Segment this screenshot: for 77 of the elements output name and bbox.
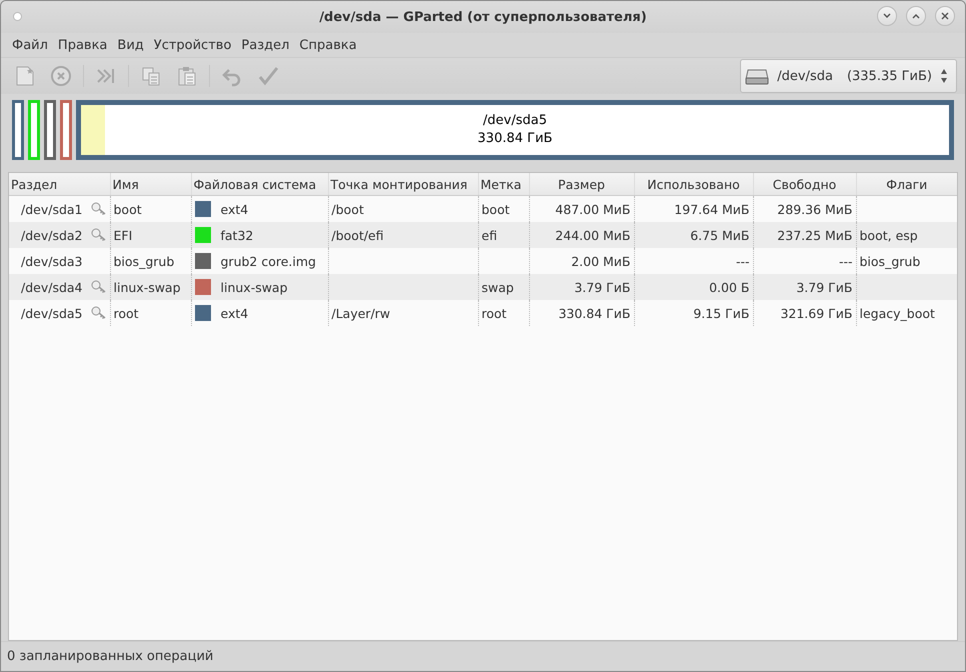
column-header[interactable]: Флаги xyxy=(856,173,957,196)
table-cell: 321.69 ГиБ xyxy=(780,306,852,320)
column-header[interactable]: Использовано xyxy=(634,173,753,196)
table-cell: --- xyxy=(736,254,750,268)
key-icon xyxy=(90,306,106,320)
partition-size: 330.84 ГиБ xyxy=(478,130,552,148)
menu-item[interactable]: Правка xyxy=(52,38,112,52)
table-cell: 9.15 ГиБ xyxy=(693,306,750,320)
partition-block[interactable]: /dev/sda5 330.84 ГиБ xyxy=(76,100,954,160)
column-header[interactable]: Точка монтирования xyxy=(328,173,478,196)
table-cell: boot, esp xyxy=(860,228,918,242)
menu-item[interactable]: Вид xyxy=(112,38,149,52)
table-cell: bios_grub xyxy=(860,254,920,268)
window-menu-dot[interactable] xyxy=(13,12,22,21)
column-header[interactable]: Имя xyxy=(110,173,191,196)
table-cell: 487.00 МиБ xyxy=(555,202,630,216)
table-cell: root xyxy=(114,306,139,320)
column-header[interactable]: Свободно xyxy=(753,173,856,196)
table-cell: 330.84 ГиБ xyxy=(558,306,630,320)
table-cell: /Layer/rw xyxy=(332,306,390,320)
table-cell: 289.36 МиБ xyxy=(777,202,852,216)
table-cell: EFI xyxy=(114,228,132,242)
table-cell: 244.00 МиБ xyxy=(555,228,630,242)
close-button[interactable] xyxy=(935,6,955,26)
table-cell: /dev/sda4 xyxy=(21,280,83,294)
table-cell: 197.64 МиБ xyxy=(674,202,750,216)
menu-item[interactable]: Раздел xyxy=(236,38,294,52)
table-cell: efi xyxy=(482,228,498,242)
status-bar-text: 0 запланированных операций xyxy=(1,641,965,671)
chevron-down-icon xyxy=(882,12,892,20)
table-cell: /boot xyxy=(332,202,364,216)
table-cell: 3.79 ГиБ xyxy=(574,280,630,294)
device-selector[interactable]: /dev/sda (335.35 ГиБ) xyxy=(740,59,957,93)
table-cell: /dev/sda2 xyxy=(21,228,83,242)
menu-item[interactable]: Устройство xyxy=(148,38,236,52)
chevron-up-icon xyxy=(911,12,921,20)
table-cell: --- xyxy=(838,254,852,268)
table-cell: 3.79 ГиБ xyxy=(796,280,852,294)
table-cell: 0.00 Б xyxy=(709,280,750,294)
key-icon xyxy=(90,202,106,216)
table-cell: swap xyxy=(482,280,514,294)
table-cell: legacy_boot xyxy=(860,306,935,320)
table-cell: bios_grub xyxy=(114,254,174,268)
minimize-button[interactable] xyxy=(877,6,897,26)
table-cell: linux-swap xyxy=(220,280,288,294)
table-cell: ext4 xyxy=(220,306,248,320)
table-cell: 2.00 МиБ xyxy=(571,254,630,268)
window-title: /dev/sda — GParted (от суперпользователя) xyxy=(319,10,647,24)
table-cell: grub2 core.img xyxy=(220,254,316,268)
partition-block[interactable] xyxy=(60,100,72,160)
table-cell: root xyxy=(482,306,507,320)
table-cell: 237.25 МиБ xyxy=(777,228,852,242)
partition-name: /dev/sda5 xyxy=(483,112,547,130)
partition-block[interactable] xyxy=(12,100,24,160)
hard-drive-icon xyxy=(745,67,770,85)
table-cell: /boot/efi xyxy=(332,228,384,242)
key-icon xyxy=(90,280,106,294)
table-cell: boot xyxy=(482,202,510,216)
table-cell: /dev/sda5 xyxy=(21,306,83,320)
column-header[interactable]: Размер xyxy=(529,173,634,196)
spinner-arrows-icon xyxy=(940,67,948,85)
close-icon xyxy=(940,11,950,21)
table-cell: 6.75 МиБ xyxy=(690,228,750,242)
key-icon xyxy=(90,228,106,242)
column-header[interactable]: Раздел xyxy=(9,173,110,196)
column-header[interactable]: Файловая система xyxy=(191,173,328,196)
table-cell: boot xyxy=(114,202,142,216)
table-cell: linux-swap xyxy=(114,280,181,294)
table-cell: fat32 xyxy=(220,228,254,242)
column-header[interactable]: Метка xyxy=(478,173,529,196)
menu-item[interactable]: Справка xyxy=(294,38,362,52)
partition-block[interactable] xyxy=(44,100,56,160)
table-cell: ext4 xyxy=(220,202,248,216)
table-cell: /dev/sda3 xyxy=(21,254,83,268)
maximize-button[interactable] xyxy=(906,6,926,26)
table-cell: /dev/sda1 xyxy=(21,202,83,216)
menu-item[interactable]: Файл xyxy=(7,38,53,52)
